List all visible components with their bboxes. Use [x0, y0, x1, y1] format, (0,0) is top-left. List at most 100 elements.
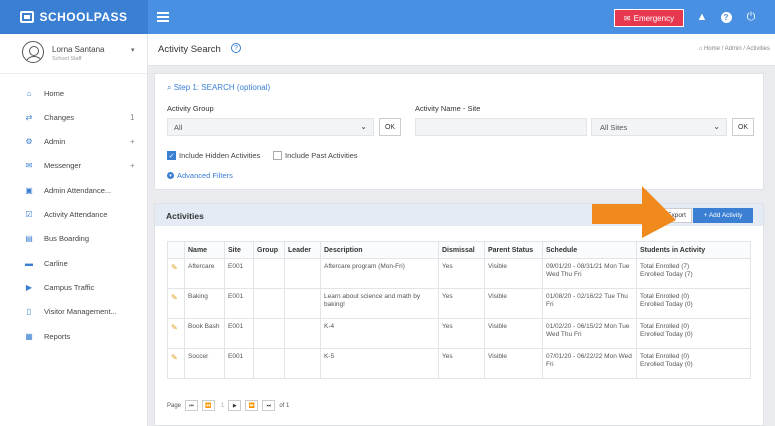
sidebar-item-messenger[interactable]: ✉ Messenger + [0, 156, 147, 176]
site-ok-button[interactable]: OK [732, 118, 754, 136]
site-value: All Sites [600, 122, 628, 132]
top-bar: SCHOOLPASS ✉ Emergency ▲ ? ⏻ [0, 0, 775, 34]
sidebar-item-carline[interactable]: ▬ Carline [0, 253, 147, 273]
pencil-icon[interactable]: ✎ [171, 293, 178, 302]
cell-students: Total Enrolled (0) Enrolled Today (0) [636, 348, 751, 379]
pencil-icon[interactable]: ✎ [171, 263, 178, 272]
column-header[interactable] [167, 241, 185, 259]
sidebar-item-label: Visitor Management... [44, 307, 117, 317]
activity-name-label: Activity Name - Site [415, 104, 481, 113]
sidebar-item-bus-boarding[interactable]: ▤ Bus Boarding [0, 229, 147, 249]
pencil-icon[interactable]: ✎ [171, 353, 178, 362]
edit-cell[interactable]: ✎ [167, 258, 185, 289]
cell-leader [284, 318, 321, 349]
total-enrolled: Total Enrolled (0) [640, 323, 690, 330]
add-activity-button[interactable]: + Add Activity [693, 208, 753, 223]
power-icon[interactable]: ⏻ [743, 9, 759, 25]
current-page[interactable]: 1 [221, 403, 224, 409]
breadcrumb: ⌂ Home / Admin / Activities [699, 46, 770, 52]
sidebar-item-admin-attendance[interactable]: ▣ Admin Attendance... [0, 180, 147, 200]
cell-site: E001 [224, 288, 254, 319]
advanced-filters-toggle[interactable]: ▾ Advanced Filters [167, 171, 233, 180]
expand-indicator[interactable]: + [130, 137, 135, 146]
user-icon[interactable]: ▲ [694, 9, 710, 25]
question-icon[interactable]: ? [231, 43, 241, 53]
car-icon: ▬ [25, 258, 33, 268]
column-header[interactable]: Dismissal [438, 241, 485, 259]
expand-indicator[interactable]: + [130, 161, 135, 170]
sidebar-item-campus-traffic[interactable]: ▶ Campus Traffic [0, 277, 147, 297]
logo[interactable]: SCHOOLPASS [0, 0, 148, 34]
next-page-icon[interactable]: ▶ [228, 400, 242, 411]
page-total: of 1 [279, 402, 290, 409]
table-row[interactable]: ✎ Baking E001 Learn about science and math … [167, 288, 751, 319]
step-label[interactable]: ⌕ Step 1: SEARCH (optional) [167, 83, 270, 93]
emergency-label: Emergency [633, 13, 675, 23]
user-profile[interactable]: Lorna Santana School Staff ▾ [0, 34, 147, 74]
cell-name: Book Bash [184, 318, 225, 349]
column-header[interactable]: Description [320, 241, 439, 259]
column-header[interactable]: Leader [284, 241, 321, 259]
cell-schedule: 09/01/20 - 08/31/21 Mon Tue Wed Thu Fri [542, 258, 637, 289]
enrolled-today: Enrolled Today (0) [640, 301, 693, 309]
cell-name: Baking [184, 288, 225, 319]
table-row[interactable]: ✎ Book Bash E001 K-4 Yes Visible 01/02/20 - 06… [167, 318, 751, 349]
expand-indicator[interactable]: 1 [130, 113, 134, 122]
column-header[interactable]: Schedule [542, 241, 637, 259]
edit-cell[interactable]: ✎ [167, 348, 185, 379]
include-past-checkbox[interactable]: Include Past Activities [273, 151, 358, 160]
column-header[interactable]: Site [224, 241, 254, 259]
edit-cell[interactable]: ✎ [167, 318, 185, 349]
help-icon[interactable]: ? [718, 9, 734, 25]
include-hidden-checkbox[interactable]: ✓ Include Hidden Activities [167, 151, 260, 160]
column-header[interactable]: Parent Status [484, 241, 543, 259]
menu-toggle-icon[interactable] [157, 12, 169, 22]
report-icon: ▦ [25, 331, 33, 341]
emergency-button[interactable]: ✉ Emergency [614, 9, 684, 27]
cell-status: Visible [484, 258, 543, 289]
column-header[interactable]: Students in Activity [636, 241, 751, 259]
site-select[interactable]: All Sites ⌄ [591, 118, 727, 136]
chevron-down-icon[interactable]: ▾ [131, 46, 135, 54]
activity-group-ok-button[interactable]: OK [379, 118, 401, 136]
pencil-icon[interactable]: ✎ [171, 323, 178, 332]
profile-name: Lorna Santana [52, 45, 105, 54]
activity-group-value: All [174, 122, 183, 132]
activity-group-label: Activity Group [167, 104, 214, 113]
sidebar-item-reports[interactable]: ▦ Reports [0, 326, 147, 346]
first-page-icon[interactable]: ⏮ [185, 400, 199, 411]
enrolled-today: Enrolled Today (0) [640, 331, 693, 339]
edit-cell[interactable]: ✎ [167, 288, 185, 319]
cell-description: Aftercare program (Mon-Fri) [320, 258, 439, 289]
sidebar-item-visitor-management[interactable]: ▯ Visitor Management... [0, 302, 147, 322]
total-enrolled: Total Enrolled (0) [640, 353, 690, 360]
cell-description: K-5 [320, 348, 439, 379]
highlight-arrow-icon [592, 186, 676, 238]
include-hidden-label: Include Hidden Activities [179, 151, 261, 160]
breadcrumb-text[interactable]: Home / Admin / Activities [704, 46, 770, 52]
cell-schedule: 01/08/20 - 02/16/22 Tue Thu Fri [542, 288, 637, 319]
table-row[interactable]: ✎ Soccer E001 K-5 Yes Visible 07/01/20 - 06/22… [167, 348, 751, 379]
column-header[interactable]: Name [184, 241, 225, 259]
table-row[interactable]: ✎ Aftercare E001 Aftercare program (Mon-Fri… [167, 258, 751, 289]
step-text: Step 1: SEARCH (optional) [173, 83, 271, 92]
activity-name-input[interactable] [415, 118, 587, 136]
last-page-icon[interactable]: ⏭ [262, 400, 276, 411]
sidebar-item-admin[interactable]: ⚙ Admin + [0, 132, 147, 152]
sidebar-item-changes[interactable]: ⇄ Changes 1 [0, 107, 147, 127]
sidebar-item-label: Carline [44, 258, 68, 268]
prev-page-icon[interactable]: ⏪ [202, 400, 216, 411]
checkbox-empty-icon [273, 151, 282, 160]
column-header[interactable]: Group [253, 241, 285, 259]
activity-group-select[interactable]: All ⌄ [167, 118, 374, 136]
cell-group [253, 288, 285, 319]
sidebar-item-home[interactable]: ⌂ Home [0, 83, 147, 103]
cell-description: Learn about science and math by baking! [320, 288, 439, 319]
avatar [22, 41, 44, 63]
content-header: Activity Search ? ⌂ Home / Admin / Activ… [148, 34, 775, 66]
fast-forward-icon[interactable]: ⏩ [245, 400, 259, 411]
sidebar-item-activity-attendance[interactable]: ☑ Activity Attendance [0, 205, 147, 225]
envelope-icon: ✉ [25, 161, 33, 171]
search-panel: ⌕ Step 1: SEARCH (optional) Activity Gro… [154, 73, 764, 190]
changes-icon: ⇄ [25, 112, 33, 122]
